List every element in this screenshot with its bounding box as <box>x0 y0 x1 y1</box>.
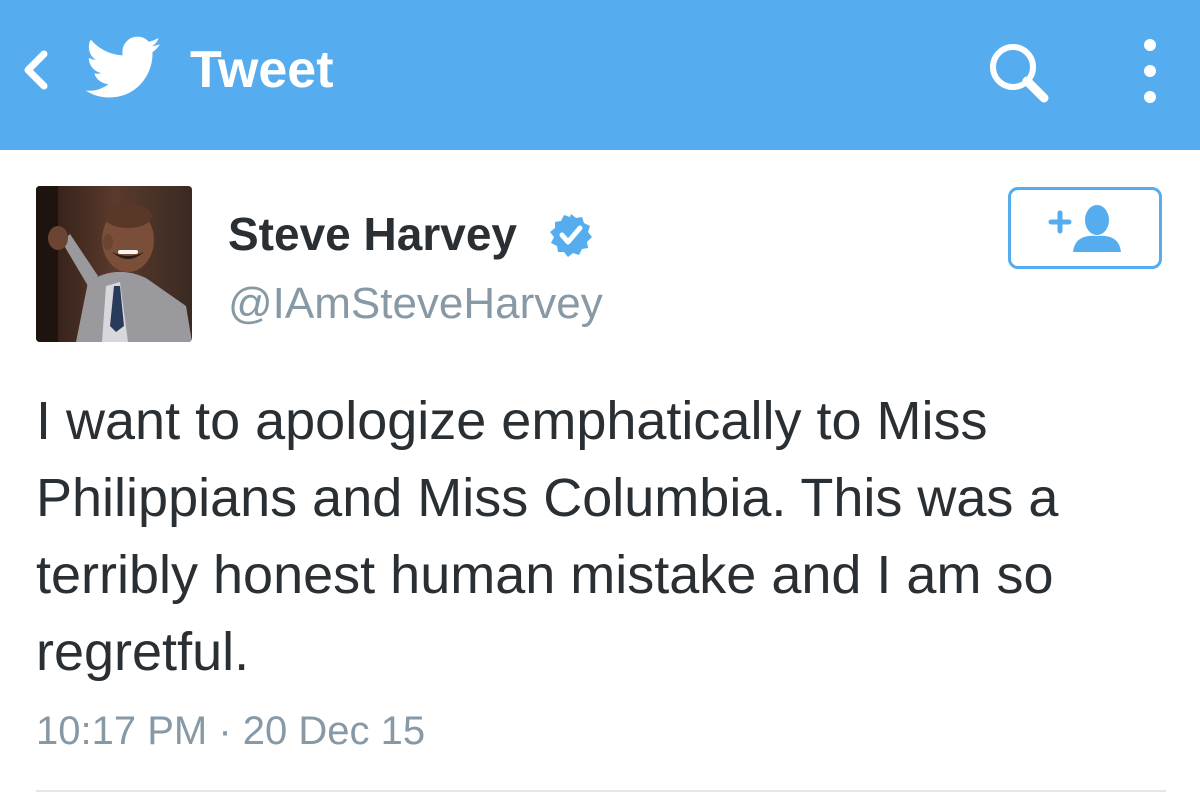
page-title: Tweet <box>190 41 334 99</box>
follow-user-plus-icon <box>1048 205 1121 252</box>
divider <box>36 790 1166 792</box>
author-name[interactable]: Steve Harvey <box>228 206 517 262</box>
twitter-bird-icon[interactable] <box>85 36 162 100</box>
author-handle[interactable]: @IAmSteveHarvey <box>228 276 603 332</box>
verified-badge-icon <box>548 212 594 258</box>
search-icon[interactable] <box>986 40 1052 106</box>
tweet-timestamp[interactable]: 10:17 PM · 20 Dec 15 <box>36 706 425 756</box>
back-icon[interactable] <box>18 48 54 92</box>
app-header: Tweet <box>0 0 1200 150</box>
more-vertical-icon[interactable] <box>1136 36 1164 106</box>
tweet-text: I want to apologize emphatically to Miss… <box>36 391 1059 682</box>
avatar[interactable] <box>36 186 192 342</box>
follow-button[interactable] <box>1008 187 1162 269</box>
